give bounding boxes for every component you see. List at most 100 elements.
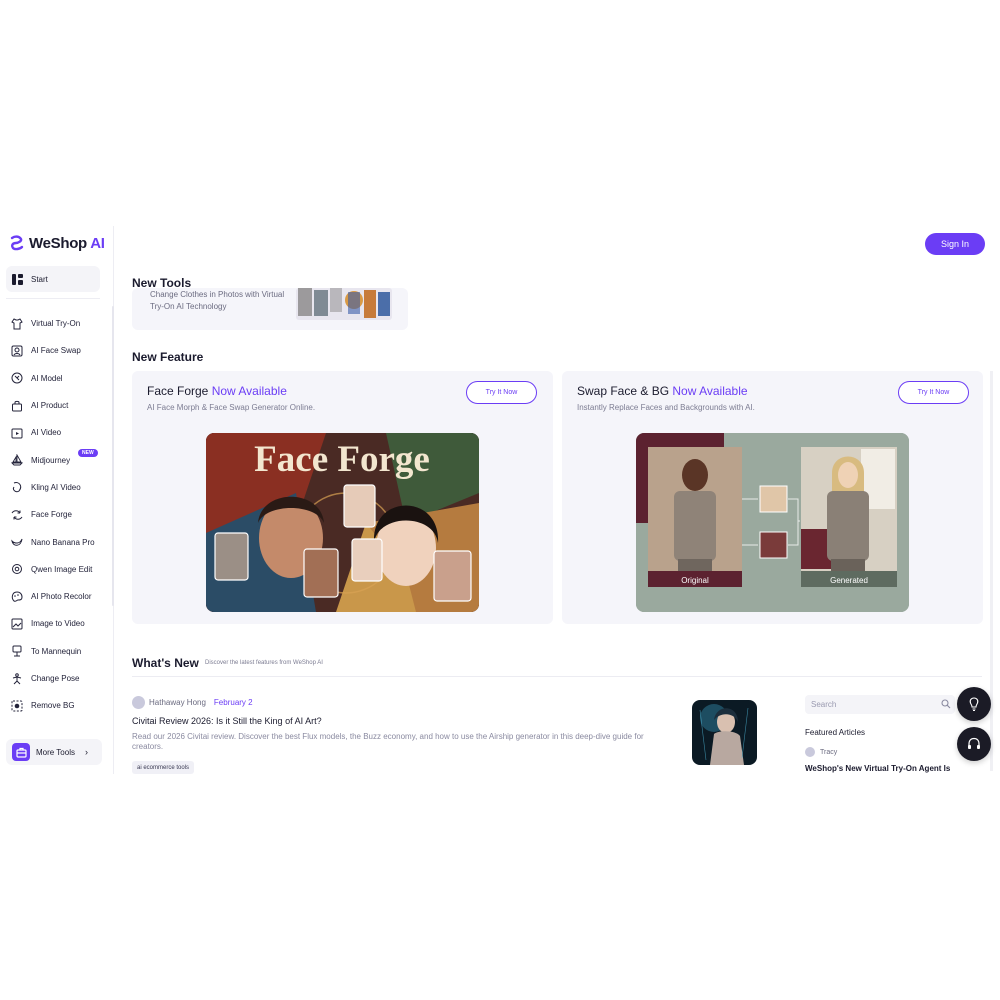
chevron-right-icon: ›	[84, 747, 88, 757]
sidebar-item-label: Face Forge	[31, 510, 72, 520]
whats-new-subtitle: Discover the latest features from WeShop…	[205, 660, 323, 666]
whats-new-title: What's New	[132, 656, 199, 670]
article-date: February 2	[213, 698, 253, 707]
new-tools-description: Change Clothes in Photos with Virtual Tr…	[150, 290, 285, 311]
ship-icon	[10, 454, 23, 467]
grid-icon	[12, 273, 23, 285]
sidebar-item-label: AI Video	[31, 428, 62, 438]
sidebar-item-label: Change Pose	[31, 674, 80, 683]
sidebar-item-ai-model[interactable]: AI Model	[6, 365, 106, 392]
sidebar-item-to-mannequin[interactable]: To Mannequin	[6, 638, 106, 665]
banana-icon	[10, 536, 23, 549]
divider	[132, 676, 982, 677]
image-video-icon	[10, 617, 23, 630]
sidebar-item-label: Kling AI Video	[31, 482, 81, 492]
sidebar-item-label: AI Product	[31, 401, 69, 411]
sidebar-nav: Virtual Try-On AI Face Swap AI Model AI …	[6, 310, 106, 719]
sidebar-item-change-pose[interactable]: Change Pose	[6, 665, 106, 692]
face-icon	[10, 344, 23, 357]
swap-face-banner: Original Generated	[636, 433, 909, 612]
sidebar-item-qwen-image-edit[interactable]: Qwen Image Edit	[6, 556, 106, 583]
article-tag[interactable]: ai ecommerce tools	[132, 761, 195, 774]
article-author[interactable]: Hathaway Hong	[149, 698, 206, 707]
headset-icon	[968, 737, 980, 749]
model-icon	[10, 372, 23, 385]
try-it-now-button[interactable]: Try It Now	[898, 381, 969, 404]
sidebar-item-midjourney[interactable]: Midjourney NEW	[6, 446, 106, 473]
sidebar-item-label: Midjourney	[31, 455, 71, 465]
sidebar-item-ai-product[interactable]: AI Product	[6, 392, 106, 419]
sidebar-scrollbar[interactable]	[112, 306, 114, 606]
original-label: Original	[681, 576, 709, 585]
more-tools-label: More Tools	[36, 747, 75, 757]
sidebar-item-nano-banana-pro[interactable]: Nano Banana Pro	[6, 528, 106, 555]
swap-face-art: Original Generated	[636, 433, 909, 612]
sidebar-item-label: Nano Banana Pro	[31, 537, 95, 547]
sidebar-item-ai-video[interactable]: AI Video	[6, 419, 106, 446]
app-window: WeShop AI Start Virtual Try-On AI Face S…	[0, 226, 1000, 774]
feature-card-title: Swap Face & BG Now Available	[577, 384, 748, 398]
sidebar-item-face-forge[interactable]: Face Forge	[6, 501, 106, 528]
divider	[6, 298, 100, 299]
sidebar-item-label: Remove BG	[31, 701, 75, 711]
sidebar-item-virtual-try-on[interactable]: Virtual Try-On	[6, 310, 106, 337]
feature-card-subtitle: AI Face Morph & Face Swap Generator Onli…	[147, 403, 316, 412]
search-icon[interactable]	[941, 699, 951, 709]
sidebar-item-ai-face-swap[interactable]: AI Face Swap	[6, 337, 106, 364]
swap-icon	[10, 508, 23, 521]
sidebar-item-remove-bg[interactable]: Remove BG	[6, 692, 106, 719]
feature-card-swap-face-bg[interactable]: Swap Face & BG Now Available Instantly R…	[562, 371, 983, 624]
new-tools-thumbnail	[296, 288, 392, 320]
sidebar-item-label: To Mannequin	[31, 646, 82, 656]
search-box[interactable]	[805, 695, 955, 714]
generated-label: Generated	[830, 576, 868, 585]
featured-author-row: Tracy	[805, 747, 837, 757]
feature-card-subtitle: Instantly Replace Faces and Backgrounds …	[577, 403, 755, 412]
featured-article-title[interactable]: WeShop's New Virtual Try-On Agent Is	[805, 764, 950, 773]
article-thumbnail-art	[692, 700, 757, 765]
tips-button[interactable]	[957, 687, 991, 721]
sidebar-item-ai-photo-recolor[interactable]: AI Photo Recolor	[6, 583, 106, 610]
lightbulb-icon	[969, 697, 979, 712]
sidebar-item-kling-ai-video[interactable]: Kling AI Video	[6, 474, 106, 501]
support-button[interactable]	[957, 727, 991, 761]
avatar	[132, 696, 145, 709]
sidebar-item-label: AI Face Swap	[31, 346, 81, 356]
pose-icon	[10, 672, 23, 685]
feature-card-face-forge[interactable]: Face Forge Now Available AI Face Morph &…	[132, 371, 553, 624]
sidebar-item-image-to-video[interactable]: Image to Video	[6, 610, 106, 637]
sidebar-item-label: AI Model	[31, 373, 63, 383]
feature-card-title: Face Forge Now Available	[147, 384, 287, 398]
bag-icon	[10, 399, 23, 412]
weshop-logo-icon	[10, 235, 24, 251]
article-thumbnail[interactable]	[692, 700, 757, 765]
more-tools-button[interactable]: More Tools ›	[6, 739, 102, 765]
sidebar-item-label: Start	[31, 274, 48, 284]
shirt-icon	[10, 317, 23, 330]
new-badge: NEW	[78, 449, 98, 458]
face-forge-banner: Face Forge	[206, 433, 479, 612]
palette-icon	[10, 590, 23, 603]
video-icon	[10, 426, 23, 439]
sidebar-item-start[interactable]: Start	[6, 266, 100, 292]
sidebar-item-label: Virtual Try-On	[31, 319, 81, 329]
remove-bg-icon	[10, 699, 23, 712]
main-scrollbar[interactable]	[990, 371, 993, 771]
sidebar: WeShop AI Start Virtual Try-On AI Face S…	[0, 226, 114, 774]
featured-author: Tracy	[820, 748, 838, 756]
search-input[interactable]	[811, 700, 931, 709]
new-tools-card[interactable]: Change Clothes in Photos with Virtual Tr…	[132, 288, 408, 330]
mannequin-icon	[10, 645, 23, 658]
sidebar-item-label: Qwen Image Edit	[31, 564, 93, 574]
sign-in-button[interactable]: Sign In	[925, 233, 985, 255]
face-forge-art: Face Forge	[206, 433, 479, 612]
qwen-icon	[10, 563, 23, 576]
logo[interactable]: WeShop AI	[9, 232, 105, 254]
article-title[interactable]: Civitai Review 2026: Is it Still the Kin…	[132, 716, 322, 726]
avatar	[805, 747, 815, 757]
new-feature-title: New Feature	[132, 350, 204, 364]
sidebar-item-label: AI Photo Recolor	[31, 592, 92, 602]
try-it-now-button[interactable]: Try It Now	[466, 381, 537, 404]
sidebar-item-label: Image to Video	[31, 619, 85, 629]
kling-icon	[10, 481, 23, 494]
